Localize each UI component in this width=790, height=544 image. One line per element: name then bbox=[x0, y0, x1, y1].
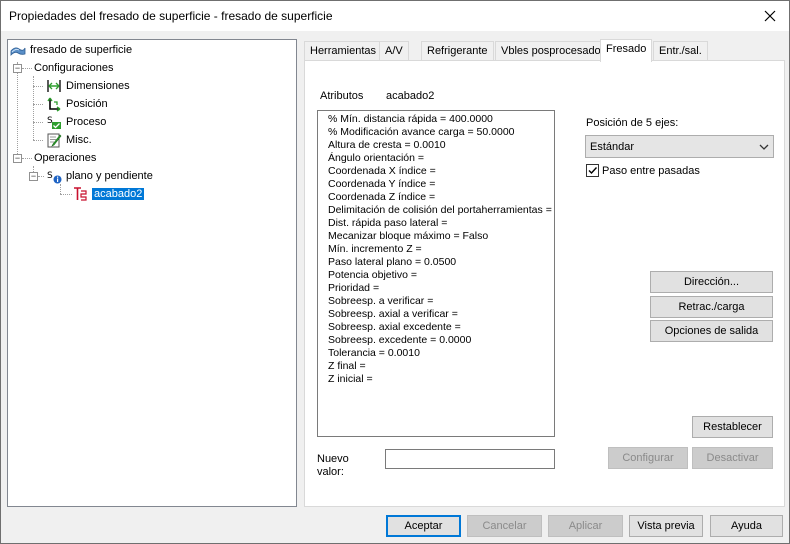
tree-item-posicion[interactable]: Posición bbox=[46, 96, 108, 112]
window-title: Propiedades del fresado de superficie - … bbox=[9, 9, 333, 23]
five-axis-dropdown[interactable]: Estándar bbox=[585, 135, 774, 158]
five-axis-label: Posición de 5 ejes: bbox=[586, 117, 679, 129]
operation-info-icon: S bbox=[46, 168, 62, 184]
attribute-item[interactable]: Coordenada Y índice = bbox=[328, 178, 554, 191]
ayuda-button[interactable]: Ayuda bbox=[710, 515, 783, 537]
attributes-label: Atributos bbox=[320, 90, 364, 102]
tab-av[interactable]: A/V bbox=[379, 41, 409, 61]
tree-label-operaciones: Operaciones bbox=[34, 152, 97, 164]
tree-item-plano[interactable]: S plano y pendiente bbox=[46, 168, 153, 184]
attribute-item[interactable]: % Mín. distancia rápida = 400.0000 bbox=[328, 113, 554, 126]
attribute-item[interactable]: Sobreesp. axial a verificar = bbox=[328, 308, 554, 321]
attribute-item[interactable]: Mecanizar bloque máximo = Falso bbox=[328, 230, 554, 243]
collapse-operaciones-toggle[interactable]: − bbox=[13, 154, 22, 163]
attribute-item[interactable]: Paso lateral plano = 0.0500 bbox=[328, 256, 554, 269]
tree-item-acabado[interactable]: acabado2 bbox=[72, 186, 145, 202]
attribute-item[interactable]: Altura de cresta = 0.0010 bbox=[328, 139, 554, 152]
tab-entr-sal[interactable]: Entr./sal. bbox=[653, 41, 708, 61]
five-axis-selected: Estándar bbox=[590, 141, 635, 153]
aceptar-button[interactable]: Aceptar bbox=[386, 515, 461, 537]
attributes-operation-name: acabado2 bbox=[386, 90, 435, 102]
desactivar-button[interactable]: Desactivar bbox=[692, 447, 773, 469]
tree-label-proceso: Proceso bbox=[66, 116, 107, 128]
svg-text:S: S bbox=[47, 171, 53, 181]
close-icon bbox=[764, 10, 776, 22]
process-icon: S bbox=[46, 114, 62, 130]
attribute-item[interactable]: Z inicial = bbox=[328, 373, 554, 386]
tab-refrigerante[interactable]: Refrigerante bbox=[421, 41, 494, 61]
operation-tree[interactable]: fresado de superficie − Configuraciones … bbox=[7, 39, 297, 507]
toolpath-icon bbox=[72, 186, 88, 202]
attribute-item[interactable]: Dist. rápida paso lateral = bbox=[328, 217, 554, 230]
title-bar: Propiedades del fresado de superficie - … bbox=[1, 1, 789, 31]
attribute-item[interactable]: Potencia objetivo = bbox=[328, 269, 554, 282]
tree-label-acabado: acabado2 bbox=[92, 188, 145, 200]
paso-entre-pasadas-label: Paso entre pasadas bbox=[602, 165, 700, 177]
new-value-input[interactable] bbox=[385, 449, 555, 469]
vista-previa-button[interactable]: Vista previa bbox=[629, 515, 703, 537]
collapse-configuraciones-toggle[interactable]: − bbox=[13, 64, 22, 73]
retrac-carga-button[interactable]: Retrac./carga bbox=[650, 296, 773, 318]
tree-item-configuraciones[interactable]: Configuraciones bbox=[34, 60, 114, 76]
attribute-item[interactable]: Z final = bbox=[328, 360, 554, 373]
tree-label-root: fresado de superficie bbox=[30, 44, 133, 56]
attribute-item[interactable]: Sobreesp. excedente = 0.0000 bbox=[328, 334, 554, 347]
tree-label-posicion: Posición bbox=[66, 98, 108, 110]
attribute-item[interactable]: % Modificación avance carga = 50.0000 bbox=[328, 126, 554, 139]
attribute-item[interactable]: Mín. incremento Z = bbox=[328, 243, 554, 256]
opciones-salida-button[interactable]: Opciones de salida bbox=[650, 320, 773, 342]
tree-label-misc: Misc. bbox=[66, 134, 92, 146]
collapse-plano-toggle[interactable]: − bbox=[29, 172, 38, 181]
attribute-item[interactable]: Ángulo orientación = bbox=[328, 152, 554, 165]
properties-dialog: Propiedades del fresado de superficie - … bbox=[0, 0, 790, 544]
new-value-label-line1: Nuevo bbox=[317, 453, 349, 465]
attribute-item[interactable]: Coordenada X índice = bbox=[328, 165, 554, 178]
tree-item-operaciones[interactable]: Operaciones bbox=[34, 150, 96, 166]
cancelar-button[interactable]: Cancelar bbox=[467, 515, 542, 537]
attribute-item[interactable]: Sobreesp. axial excedente = bbox=[328, 321, 554, 334]
notes-icon bbox=[46, 132, 62, 148]
tree-item-root[interactable]: fresado de superficie bbox=[10, 42, 132, 58]
configurar-button[interactable]: Configurar bbox=[608, 447, 688, 469]
attribute-item[interactable]: Delimitación de colisión del portaherram… bbox=[328, 204, 554, 217]
tree-item-dimensiones[interactable]: Dimensiones bbox=[46, 78, 130, 94]
tree-item-misc[interactable]: Misc. bbox=[46, 132, 92, 148]
position-icon bbox=[46, 96, 62, 112]
dimensions-icon bbox=[46, 78, 62, 94]
new-value-label-line2: valor: bbox=[317, 466, 344, 478]
attribute-item[interactable]: Coordenada Z índice = bbox=[328, 191, 554, 204]
tab-herramientas[interactable]: Herramientas bbox=[304, 41, 383, 61]
direccion-button[interactable]: Dirección... bbox=[650, 271, 773, 293]
chevron-down-icon bbox=[759, 142, 769, 154]
checkmark-icon bbox=[588, 167, 598, 175]
attributes-list[interactable]: % Mín. distancia rápida = 400.0000 % Mod… bbox=[317, 110, 555, 437]
attribute-item[interactable]: Prioridad = bbox=[328, 282, 554, 295]
tree-label-dimensiones: Dimensiones bbox=[66, 80, 130, 92]
tree-item-proceso[interactable]: S Proceso bbox=[46, 114, 106, 130]
tree-label-plano: plano y pendiente bbox=[66, 170, 153, 182]
surface-mill-icon bbox=[10, 42, 26, 58]
aplicar-button[interactable]: Aplicar bbox=[548, 515, 623, 537]
paso-entre-pasadas-checkbox[interactable] bbox=[586, 164, 599, 177]
tab-vbles-posprocesado[interactable]: Vbles posprocesado bbox=[495, 41, 607, 61]
close-button[interactable] bbox=[755, 3, 785, 29]
attribute-item[interactable]: Sobreesp. a verificar = bbox=[328, 295, 554, 308]
tree-label-configuraciones: Configuraciones bbox=[34, 62, 114, 74]
attribute-item[interactable]: Tolerancia = 0.0010 bbox=[328, 347, 554, 360]
restablecer-button[interactable]: Restablecer bbox=[692, 416, 773, 438]
tab-fresado[interactable]: Fresado bbox=[600, 39, 653, 62]
